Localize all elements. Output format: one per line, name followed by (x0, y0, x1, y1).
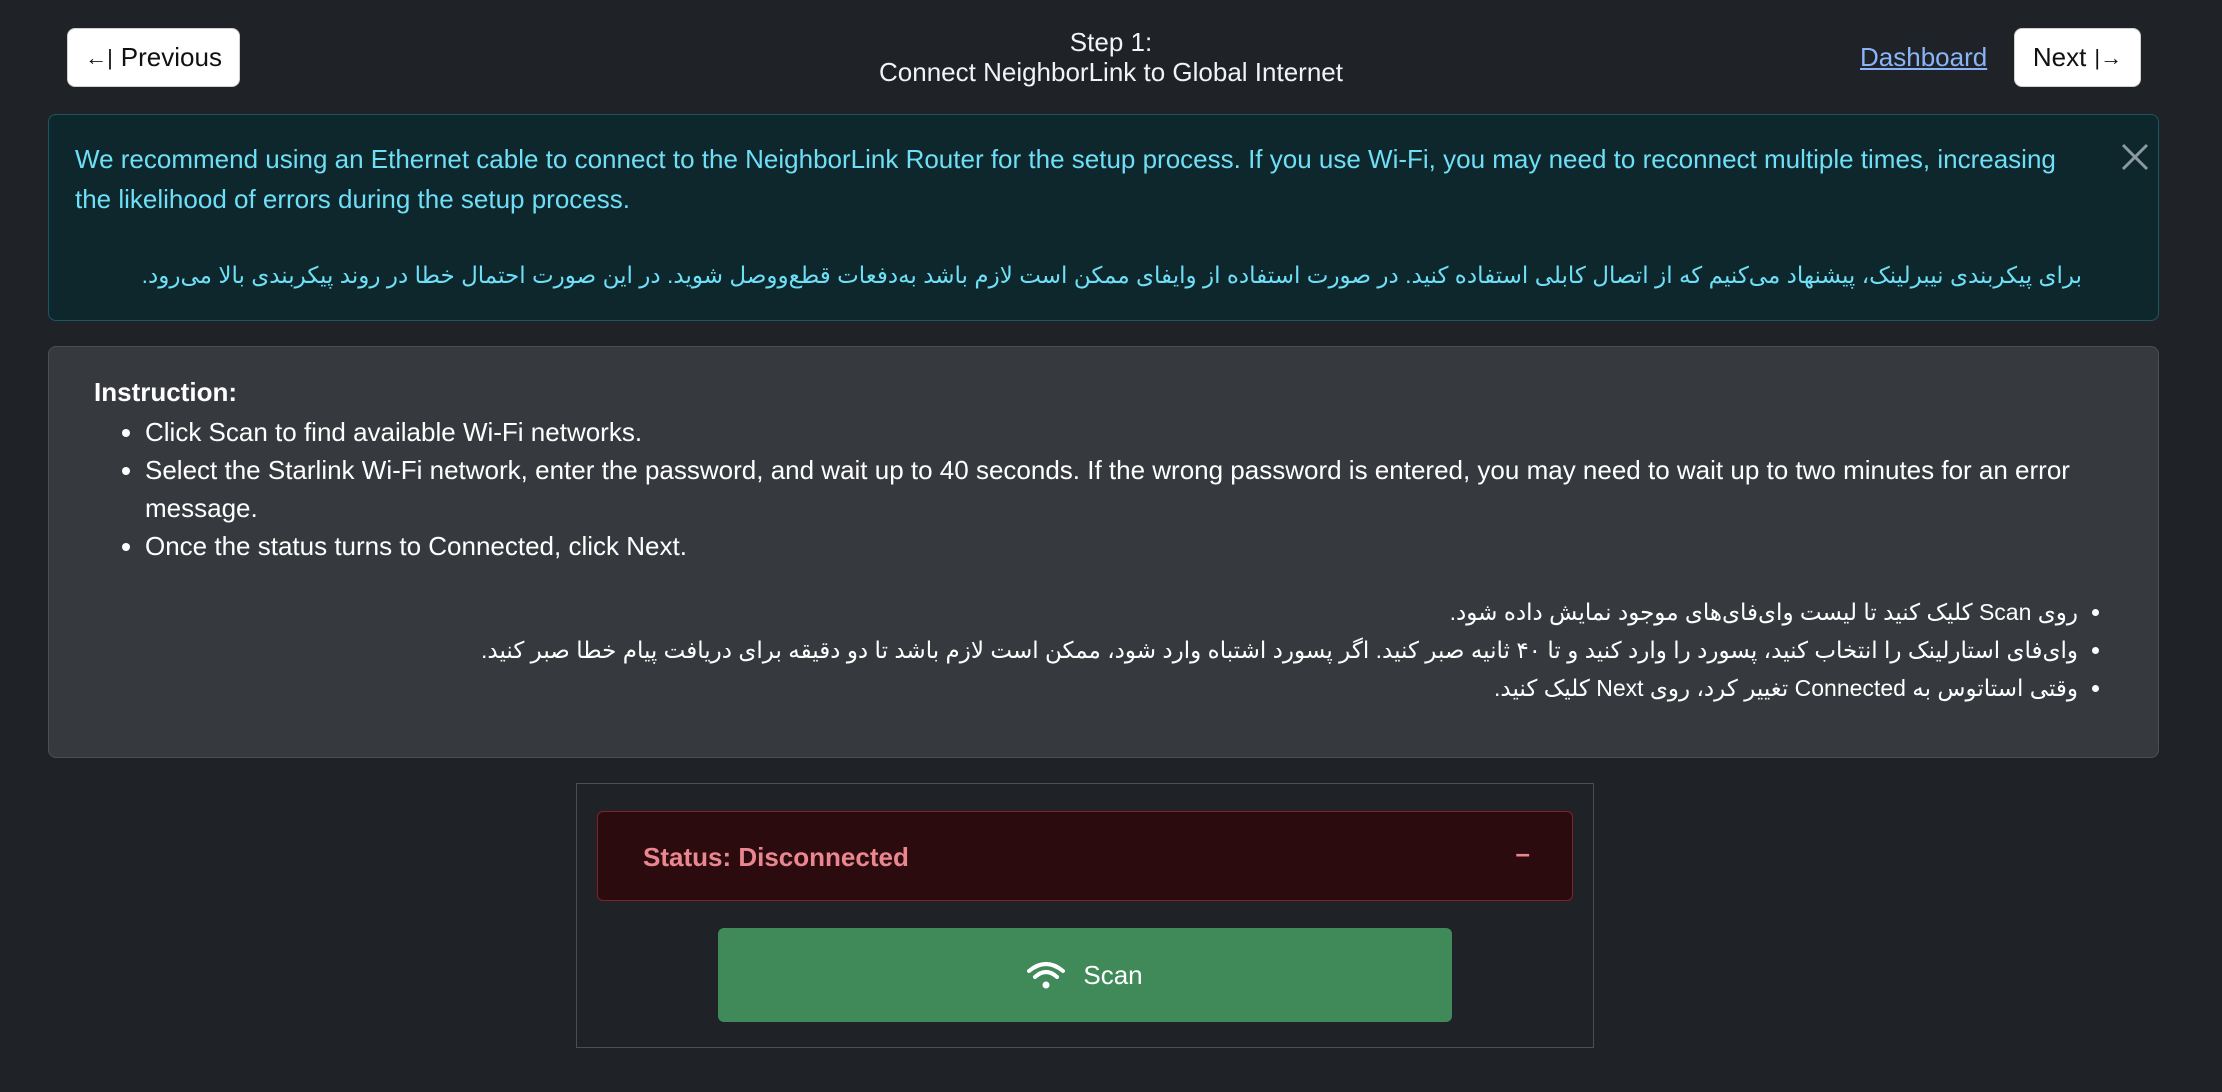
instruction-list-english: Click Scan to find available Wi-Fi netwo… (145, 413, 2135, 565)
step-number: Step 1: (1069, 27, 1153, 57)
step-title: Step 1: Connect NeighborLink to Global I… (611, 27, 1611, 87)
instruction-list-persian: روی Scan کلیک کنید تا لیست وای‌فای‌های م… (88, 593, 2078, 707)
step-description: Connect NeighborLink to Global Internet (879, 57, 1343, 87)
status-collapse-toggle[interactable]: – (1516, 838, 1530, 869)
alert-text-persian: برای پیکربندی نیبرلینک، پیشنهاد می‌کنیم … (141, 262, 2082, 288)
connection-panel: Status: Disconnected – Scan (576, 783, 1594, 1048)
close-icon[interactable] (2117, 139, 2153, 175)
ethernet-recommendation-alert: We recommend using an Ethernet cable to … (48, 114, 2159, 321)
previous-button[interactable]: ←| Previous (67, 28, 240, 87)
status-alert: Status: Disconnected – (597, 811, 1573, 901)
instruction-item: Click Scan to find available Wi-Fi netwo… (145, 413, 2135, 451)
instruction-card: Instruction: Click Scan to find availabl… (48, 346, 2159, 758)
instruction-item-fa: وای‌فای استارلینک را انتخاب کنید، پسورد … (88, 631, 2078, 669)
instruction-item-fa: وقتی استاتوس به Connected تغییر کرد، روی… (88, 669, 2078, 707)
instruction-item: Once the status turns to Connected, clic… (145, 527, 2135, 565)
next-button[interactable]: Next |→ (2014, 28, 2141, 87)
instruction-item: Select the Starlink Wi-Fi network, enter… (145, 451, 2135, 527)
arrow-left-bar-icon: ←| (85, 44, 113, 70)
bar-arrow-right-icon: |→ (2094, 44, 2123, 70)
setup-page: ←| Previous Step 1: Connect NeighborLink… (0, 0, 2222, 1092)
page-header: ←| Previous Step 1: Connect NeighborLink… (0, 0, 2222, 100)
instruction-item-fa: روی Scan کلیک کنید تا لیست وای‌فای‌های م… (88, 593, 2078, 631)
alert-text-english: We recommend using an Ethernet cable to … (75, 144, 2056, 214)
previous-button-label: Previous (120, 42, 222, 72)
status-text: Status: Disconnected (643, 842, 909, 872)
scan-button-label: Scan (1083, 959, 1143, 990)
scan-button[interactable]: Scan (718, 928, 1452, 1022)
instruction-title: Instruction: (94, 377, 237, 407)
next-button-label: Next (2032, 42, 2087, 72)
wifi-icon (1027, 962, 1066, 989)
dashboard-link[interactable]: Dashboard (1860, 42, 1987, 73)
